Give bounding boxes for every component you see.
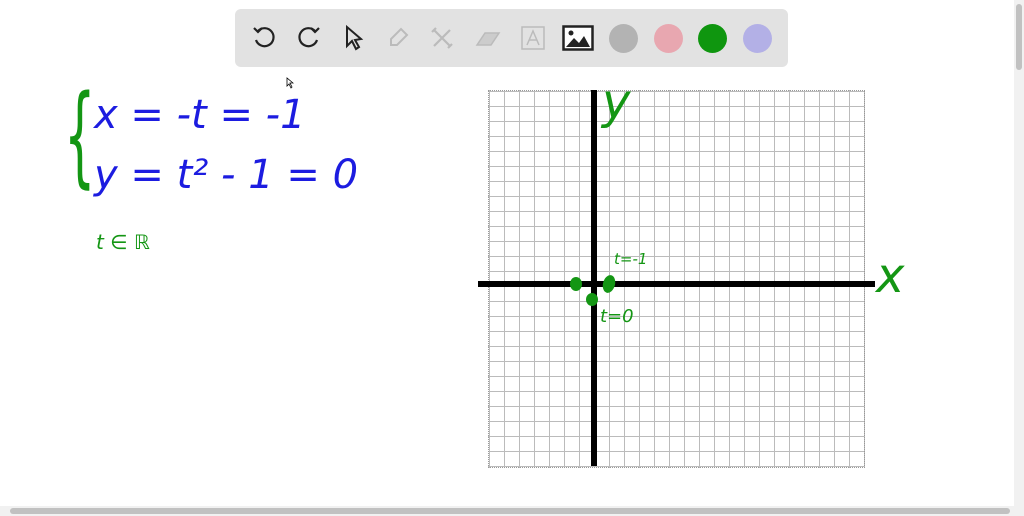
text-tool-icon[interactable] [516, 21, 550, 55]
tools-icon[interactable] [425, 21, 459, 55]
equation-y: y = t² - 1 = 0 [94, 152, 359, 198]
mouse-cursor-icon [286, 77, 294, 89]
pen-icon[interactable] [381, 21, 415, 55]
color-pink-swatch[interactable] [654, 24, 683, 53]
color-green-swatch[interactable] [698, 24, 727, 53]
horizontal-scroll-thumb[interactable] [10, 508, 1010, 514]
x-axis-label: x [876, 248, 905, 304]
point [570, 277, 582, 291]
equation-brace: { [64, 71, 96, 199]
undo-icon[interactable] [247, 21, 281, 55]
graph-grid [488, 90, 865, 468]
eraser-icon[interactable] [471, 21, 505, 55]
image-icon[interactable] [561, 21, 595, 55]
drawing-toolbar [235, 9, 788, 67]
color-gray-swatch[interactable] [609, 24, 638, 53]
y-axis [591, 90, 597, 466]
label-t-neg1: t=-1 [614, 250, 648, 268]
label-t-0: t=0 [600, 306, 634, 327]
vertical-scroll-thumb[interactable] [1016, 4, 1022, 70]
x-axis [478, 281, 875, 287]
vertical-scrollbar[interactable] [1014, 0, 1024, 506]
y-axis-label: y [602, 74, 631, 130]
redo-icon[interactable] [292, 21, 326, 55]
color-lavender-swatch[interactable] [743, 24, 772, 53]
select-cursor-icon[interactable] [336, 21, 370, 55]
point-t-0 [586, 293, 598, 306]
domain-note: t ∈ ℝ [96, 230, 150, 254]
equation-x: x = -t = -1 [94, 92, 306, 138]
horizontal-scrollbar[interactable] [0, 506, 1024, 516]
